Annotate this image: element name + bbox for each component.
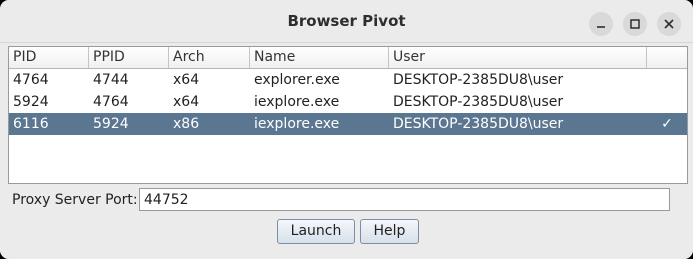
maximize-button[interactable] [623,12,647,36]
column-header-ppid[interactable]: PPID [89,47,169,68]
cell-name: explorer.exe [254,72,340,88]
close-button[interactable] [657,12,681,36]
cell-pid: 5924 [13,94,49,110]
column-header-user[interactable]: User [389,47,647,68]
cell-pid: 6116 [13,116,49,132]
cell-arch: x86 [173,116,200,132]
table-header: PID PPID Arch Name User [9,47,687,69]
cell-check [647,69,687,91]
table-row[interactable]: 4764 4744 x64 explorer.exe DESKTOP-2385D… [9,69,687,91]
minimize-button[interactable] [589,12,613,36]
column-header-check[interactable] [647,47,687,68]
process-table: PID PPID Arch Name User 4764 4744 x64 ex… [8,46,688,184]
proxy-port-label: Proxy Server Port: [12,192,138,208]
column-header-arch[interactable]: Arch [169,47,250,68]
cell-check [647,91,687,113]
help-button[interactable]: Help [360,219,419,244]
checkmark-icon: ✓ [661,116,673,132]
cell-user: DESKTOP-2385DU8\user [393,72,564,88]
cell-ppid: 5924 [93,116,129,132]
cell-name: iexplore.exe [254,94,340,110]
dialog-content: PID PPID Arch Name User 4764 4744 x64 ex… [0,43,693,259]
close-icon [664,19,674,29]
table-row[interactable]: 5924 4764 x64 iexplore.exe DESKTOP-2385D… [9,91,687,113]
cell-arch: x64 [173,72,200,88]
table-row-selected[interactable]: 6116 5924 x86 iexplore.exe DESKTOP-2385D… [9,113,687,135]
proxy-port-input[interactable] [139,188,670,211]
column-header-pid[interactable]: PID [9,47,89,68]
minimize-icon [597,26,605,28]
cell-ppid: 4764 [93,94,129,110]
cell-pid: 4764 [13,72,49,88]
column-header-name[interactable]: Name [250,47,389,68]
title-bar: Browser Pivot [0,0,693,43]
browser-pivot-dialog: Browser Pivot PID PPID Arch Name User 47… [0,0,693,259]
launch-button[interactable]: Launch [277,219,355,244]
maximize-icon [630,19,640,29]
cell-user: DESKTOP-2385DU8\user [393,94,564,110]
cell-user: DESKTOP-2385DU8\user [393,116,564,132]
cell-arch: x64 [173,94,200,110]
cell-ppid: 4744 [93,72,129,88]
cell-name: iexplore.exe [254,116,340,132]
